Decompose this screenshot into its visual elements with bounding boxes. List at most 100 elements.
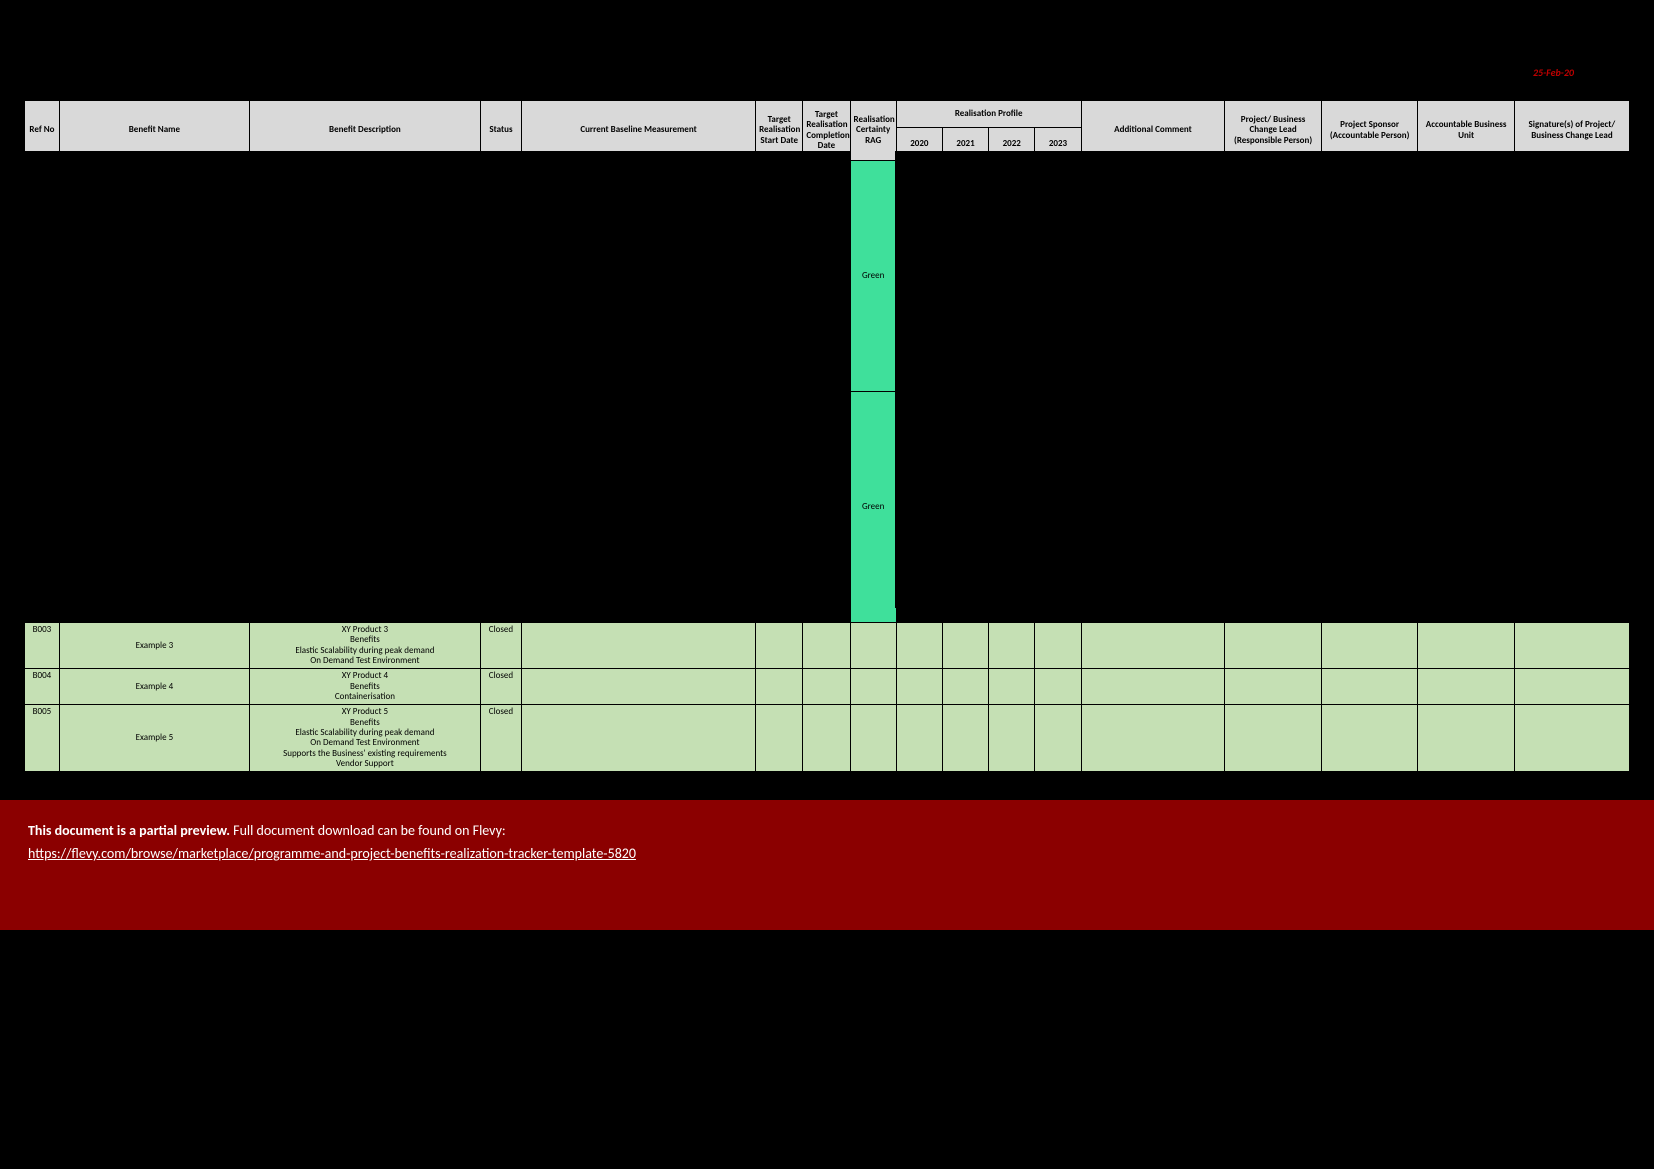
cell-end xyxy=(803,669,850,705)
col-2023: 2023 xyxy=(1035,128,1081,161)
col-unit: Accountable Business Unit xyxy=(1418,101,1515,161)
cell-unit xyxy=(1418,705,1515,772)
cell-ref xyxy=(25,161,60,392)
cell-2022 xyxy=(989,392,1035,623)
cell-2023 xyxy=(1035,669,1081,705)
col-comment: Additional Comment xyxy=(1081,101,1225,161)
cell-2021 xyxy=(942,161,988,392)
cell-sign xyxy=(1514,669,1629,705)
col-profile: Realisation Profile xyxy=(896,101,1081,128)
col-ref: Ref No xyxy=(25,101,60,161)
cell-comment xyxy=(1081,705,1225,772)
cell-ref: B004 xyxy=(25,669,60,705)
col-2022: 2022 xyxy=(989,128,1035,161)
col-2020: 2020 xyxy=(896,128,942,161)
cell-status xyxy=(480,161,521,392)
cell-baseline xyxy=(521,161,755,392)
cell-end xyxy=(803,705,850,772)
cell-2023 xyxy=(1035,161,1081,392)
cell-desc xyxy=(249,392,480,623)
table-row: Green xyxy=(25,161,1630,392)
cell-end xyxy=(803,623,850,669)
cell-sign xyxy=(1514,392,1629,623)
table-header: Ref No Benefit Name Benefit Description … xyxy=(25,101,1630,161)
col-sign: Signature(s) of Project/ Business Change… xyxy=(1514,101,1629,161)
cell-2020 xyxy=(896,623,942,669)
cell-name: Example 3 xyxy=(59,623,249,669)
cell-2020 xyxy=(896,705,942,772)
cell-comment xyxy=(1081,623,1225,669)
cell-rag xyxy=(850,705,896,772)
col-sponsor: Project Sponsor (Accountable Person) xyxy=(1321,101,1418,161)
cell-ref xyxy=(25,392,60,623)
cell-comment xyxy=(1081,161,1225,392)
cell-2023 xyxy=(1035,705,1081,772)
cell-2020 xyxy=(896,161,942,392)
banner-rest-text: Full document download can be found on F… xyxy=(230,822,506,839)
cell-status: Closed xyxy=(480,623,521,669)
cell-2022 xyxy=(989,669,1035,705)
cell-baseline xyxy=(521,705,755,772)
cell-2023 xyxy=(1035,392,1081,623)
table-row: Green xyxy=(25,392,1630,623)
cell-2021 xyxy=(942,392,988,623)
cell-sponsor xyxy=(1321,392,1418,623)
table-row: B003 Example 3 XY Product 3 Benefits Ela… xyxy=(25,623,1630,669)
cell-end xyxy=(803,392,850,623)
cell-ref: B005 xyxy=(25,705,60,772)
cell-2021 xyxy=(942,705,988,772)
cell-unit xyxy=(1418,669,1515,705)
table-row: B005 Example 5 XY Product 5 Benefits Ela… xyxy=(25,705,1630,772)
benefits-table: Ref No Benefit Name Benefit Description … xyxy=(24,100,1630,772)
cell-sign xyxy=(1514,623,1629,669)
cell-ref: B003 xyxy=(25,623,60,669)
cell-sponsor xyxy=(1321,623,1418,669)
banner-text-line: This document is a partial preview. Full… xyxy=(28,822,1626,839)
cell-2022 xyxy=(989,705,1035,772)
cell-start xyxy=(756,669,803,705)
cell-2022 xyxy=(989,623,1035,669)
cell-baseline xyxy=(521,623,755,669)
cell-sign xyxy=(1514,161,1629,392)
cell-lead xyxy=(1225,705,1322,772)
sheet: 25-Feb-20 Ref No Benefit Name Benefit De… xyxy=(0,0,1654,1169)
col-desc: Benefit Description xyxy=(249,101,480,161)
cell-sponsor xyxy=(1321,161,1418,392)
col-rag: Realisation Certainty RAG xyxy=(850,101,896,161)
cell-2020 xyxy=(896,392,942,623)
cell-lead xyxy=(1225,161,1322,392)
col-name: Benefit Name xyxy=(59,101,249,161)
table-row: B004 Example 4 XY Product 4 Benefits Con… xyxy=(25,669,1630,705)
col-lead: Project/ Business Change Lead (Responsib… xyxy=(1225,101,1322,161)
cell-comment xyxy=(1081,669,1225,705)
banner-link[interactable]: https://flevy.com/browse/marketplace/pro… xyxy=(28,845,636,862)
cell-baseline xyxy=(521,392,755,623)
cell-start xyxy=(756,392,803,623)
cell-lead xyxy=(1225,623,1322,669)
cell-2023 xyxy=(1035,623,1081,669)
cell-end xyxy=(803,161,850,392)
cell-lead xyxy=(1225,392,1322,623)
cell-start xyxy=(756,623,803,669)
cell-unit xyxy=(1418,161,1515,392)
header-date: 25-Feb-20 xyxy=(1533,66,1574,79)
cell-name xyxy=(59,161,249,392)
cell-desc: XY Product 3 Benefits Elastic Scalabilit… xyxy=(249,623,480,669)
cell-name: Example 4 xyxy=(59,669,249,705)
cell-2020 xyxy=(896,669,942,705)
cell-sponsor xyxy=(1321,669,1418,705)
col-end: Target Realisation Completion Date xyxy=(803,101,850,161)
cell-sponsor xyxy=(1321,705,1418,772)
cell-unit xyxy=(1418,392,1515,623)
cell-rag: Green xyxy=(850,392,896,623)
cell-2022 xyxy=(989,161,1035,392)
cell-status: Closed xyxy=(480,705,521,772)
cell-rag: Green xyxy=(850,161,896,392)
cell-status xyxy=(480,392,521,623)
cell-desc: XY Product 5 Benefits Elastic Scalabilit… xyxy=(249,705,480,772)
cell-rag xyxy=(850,669,896,705)
cell-2021 xyxy=(942,623,988,669)
cell-name: Example 5 xyxy=(59,705,249,772)
cell-rag xyxy=(850,623,896,669)
cell-baseline xyxy=(521,669,755,705)
